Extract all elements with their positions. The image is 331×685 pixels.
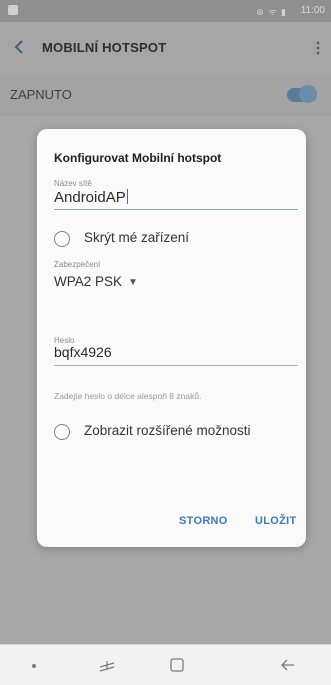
password-underline [54,365,298,366]
recent-apps-icon[interactable] [95,653,119,677]
toggle-label: ZAPNUTO [10,87,72,102]
security-label: Zabezpečení [54,260,101,269]
network-name-field[interactable]: AndroidAP [54,189,128,206]
page-title: MOBILNÍ HOTSPOT [42,40,167,55]
advanced-options-label: Zobrazit rozšířené možnosti [84,423,251,438]
password-value: bqfx4926 [54,344,112,360]
status-time: 11:00 [300,5,325,16]
advanced-options-radio[interactable] [54,424,70,440]
navigation-bar [0,644,331,685]
security-value: WPA2 PSK [54,274,123,289]
text-cursor [126,189,128,204]
network-name-value: AndroidAP [54,189,126,206]
switch-knob [299,85,317,103]
network-name-label: Název sítě [54,179,92,188]
dropdown-arrow-icon: ▼ [128,277,138,288]
app-bar: MOBILNÍ HOTSPOT [0,22,331,74]
configure-hotspot-dialog: Konfigurovat Mobilní hotspot Název sítě … [37,129,306,547]
back-icon[interactable] [276,653,300,677]
dialog-title: Konfigurovat Mobilní hotspot [54,151,222,165]
password-field[interactable]: bqfx4926 [54,344,112,360]
hotspot-toggle-row[interactable]: ZAPNUTO [0,74,331,116]
hide-device-radio[interactable] [54,231,70,247]
notification-icon [8,5,18,15]
more-vert-icon[interactable] [315,40,321,56]
hide-device-option[interactable]: Skrýt mé zařízení [54,229,298,251]
network-name-underline [54,209,298,210]
cancel-button[interactable]: STORNO [179,515,228,527]
home-icon[interactable] [165,653,189,677]
security-dropdown[interactable]: WPA2 PSK ▼ [54,274,138,289]
hotspot-switch[interactable] [287,85,317,103]
password-hint: Zadejte heslo o délce alespoň 8 znaků. [54,391,202,401]
dot-icon [32,664,36,668]
save-button[interactable]: ULOŽIT [255,515,297,527]
advanced-options-option[interactable]: Zobrazit rozšířené možnosti [54,422,298,444]
status-bar: ⊗ ᯤ ▮ 11:00 [0,0,331,22]
status-icons: ⊗ ᯤ ▮ [256,7,287,17]
hide-device-label: Skrýt mé zařízení [84,230,190,245]
chevron-left-icon[interactable] [10,38,28,56]
